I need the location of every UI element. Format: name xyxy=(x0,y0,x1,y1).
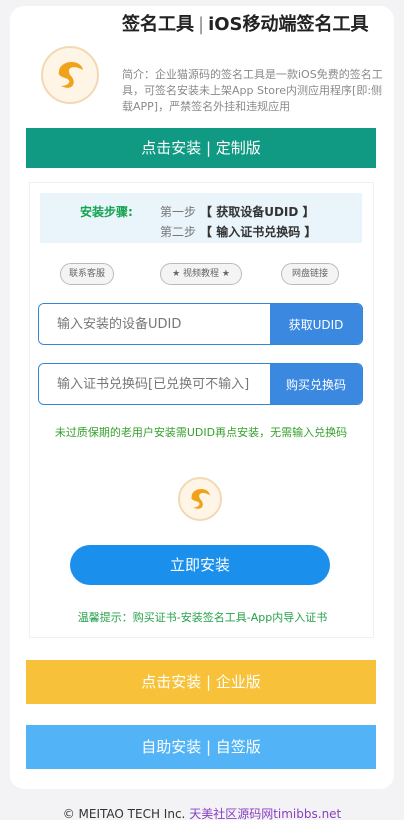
app-title: 签名工具 | iOS移动端签名工具 xyxy=(122,12,384,37)
footer: © MEITAO TECH Inc. 天美社区源码网timibbs.net xyxy=(0,805,404,820)
step-two: 第二步【 输入证书兑换码 】 xyxy=(160,223,316,240)
step-one-text: 【 获取设备UDID 】 xyxy=(200,205,315,219)
mini-logo-icon xyxy=(178,477,222,521)
redeem-code-input[interactable] xyxy=(39,364,270,404)
install-tip: 温馨提示：购买证书-安装签名工具-App内导入证书 xyxy=(77,611,328,624)
install-panel: 安装步骤: 第一步【 获取设备UDID 】 第二步【 输入证书兑换码 】 联系客… xyxy=(29,182,374,638)
code-field-group: 购买兑换码 xyxy=(38,363,363,405)
contact-support-link[interactable]: 联系客服 xyxy=(60,263,114,285)
app-description: 简介：企业猫源码的签名工具是一款iOS免费的签名工具，可签名安装未上架App S… xyxy=(122,68,383,113)
app-logo-icon xyxy=(41,46,99,104)
app-title-main: 签名工具 xyxy=(122,14,194,35)
install-custom-button[interactable]: 点击安装 | 定制版 xyxy=(26,128,376,168)
step-one-prefix: 第一步 xyxy=(160,205,197,219)
udid-input[interactable] xyxy=(39,304,270,344)
step-two-prefix: 第二步 xyxy=(160,225,197,239)
footer-link[interactable]: 天美社区源码网timibbs.net xyxy=(189,807,341,820)
netdisk-link[interactable]: 网盘链接 xyxy=(281,263,339,285)
install-now-button[interactable]: 立即安装 xyxy=(70,545,330,585)
get-udid-button[interactable]: 获取UDID xyxy=(270,304,362,344)
buy-code-button[interactable]: 购买兑换码 xyxy=(270,364,362,404)
self-sign-install-button[interactable]: 自助安装 | 自签版 xyxy=(26,725,376,769)
app-title-separator: | xyxy=(198,14,205,35)
steps-heading: 安装步骤: xyxy=(80,205,133,219)
udid-field-group: 获取UDID xyxy=(38,303,363,345)
udid-notice: 未过质保期的老用户安装需UDID再点安装，无需输入兑换码 xyxy=(54,426,348,439)
app-title-sub: iOS移动端签名工具 xyxy=(208,14,369,35)
install-enterprise-button[interactable]: 点击安装 | 企业版 xyxy=(26,660,376,704)
footer-copyright: © MEITAO TECH Inc. xyxy=(62,807,186,820)
install-steps: 安装步骤: 第一步【 获取设备UDID 】 第二步【 输入证书兑换码 】 xyxy=(40,193,362,243)
video-tutorial-link[interactable]: ★ 视频教程 ★ xyxy=(160,263,242,285)
step-two-text: 【 输入证书兑换码 】 xyxy=(200,225,317,239)
step-one: 第一步【 获取设备UDID 】 xyxy=(160,203,315,220)
